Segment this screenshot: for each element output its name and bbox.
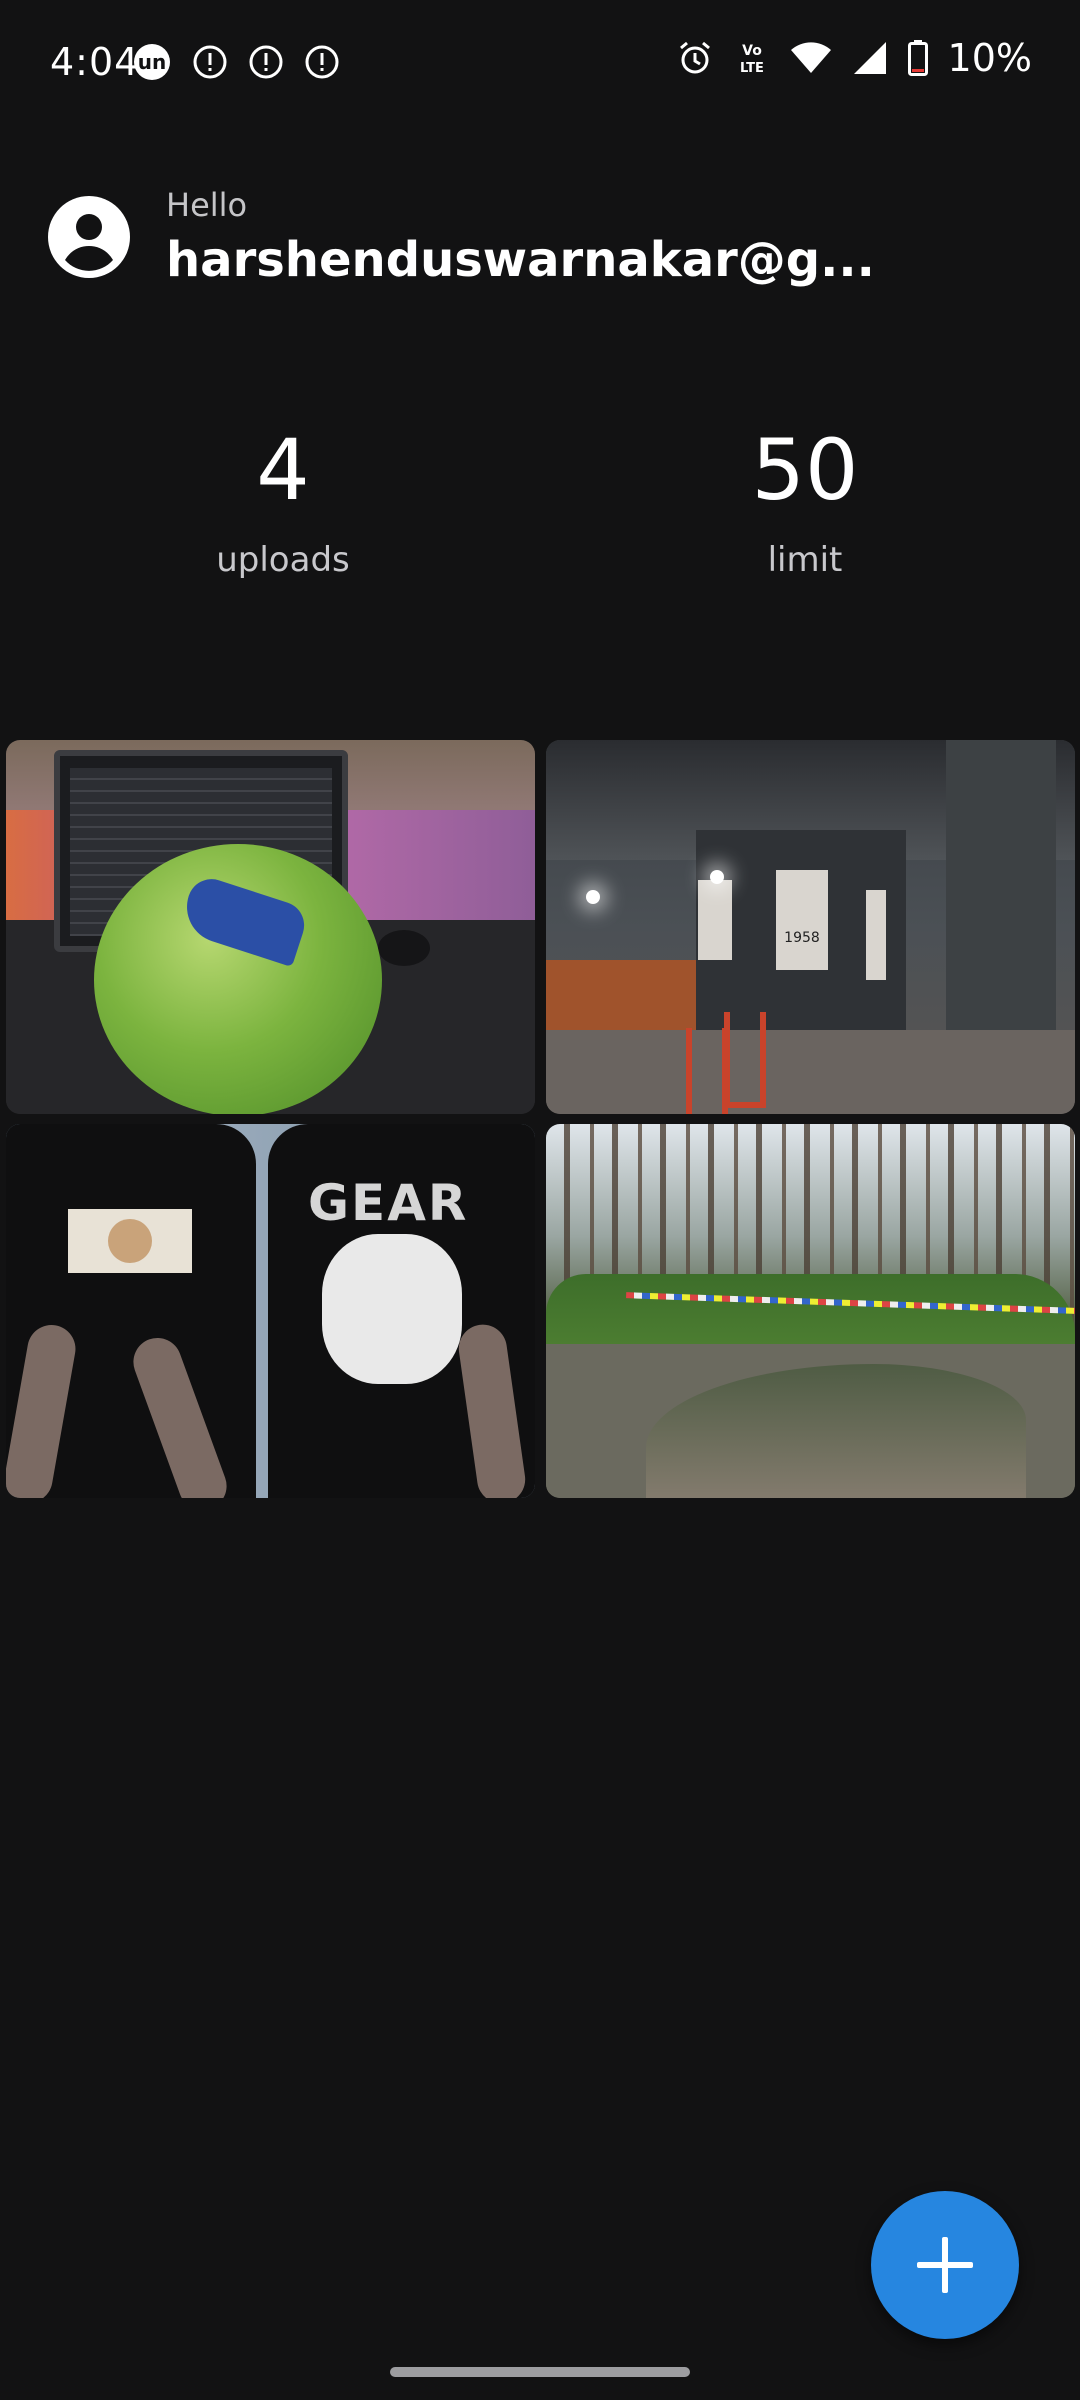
battery-low-icon bbox=[907, 40, 928, 76]
wifi-icon bbox=[790, 41, 832, 75]
notification-icons: un bbox=[132, 42, 340, 82]
svg-text:Vo: Vo bbox=[742, 43, 762, 59]
uploads-count: 4 bbox=[256, 421, 310, 519]
avatar[interactable] bbox=[48, 196, 130, 278]
plus-icon bbox=[917, 2237, 973, 2293]
volte-icon: Vo LTE bbox=[734, 39, 770, 77]
alert-icon bbox=[248, 44, 284, 80]
photo-tile-restaurant[interactable]: 1958 bbox=[546, 740, 1075, 1114]
alert-icon bbox=[304, 44, 340, 80]
photo-tile-tshirts[interactable]: GEAR bbox=[6, 1124, 535, 1498]
account-circle-icon bbox=[48, 196, 130, 278]
uploads-stat: 4 uploads bbox=[133, 428, 433, 580]
status-bar: 4:04 un Vo LTE 10% bbox=[0, 0, 1080, 124]
add-photo-button[interactable] bbox=[871, 2191, 1019, 2339]
system-icons: Vo LTE 10% bbox=[676, 36, 1032, 80]
limit-label: limit bbox=[767, 540, 843, 580]
alert-icon bbox=[192, 44, 228, 80]
battery-percent: 10% bbox=[947, 36, 1032, 80]
alarm-icon bbox=[676, 39, 714, 77]
signal-icon bbox=[852, 40, 888, 76]
un-app-icon: un bbox=[132, 42, 172, 82]
football-image-part bbox=[94, 844, 382, 1114]
status-time: 4:04 bbox=[50, 40, 140, 84]
poster-1958: 1958 bbox=[776, 870, 828, 970]
photo-tile-football-laptop[interactable] bbox=[6, 740, 535, 1114]
limit-stat: 50 limit bbox=[655, 428, 955, 580]
svg-text:LTE: LTE bbox=[740, 61, 764, 76]
limit-count: 50 bbox=[751, 421, 859, 519]
uploads-label: uploads bbox=[216, 540, 350, 580]
gesture-nav-handle[interactable] bbox=[390, 2367, 690, 2377]
user-email: harshenduswarnakar@g... bbox=[166, 232, 875, 288]
photo-tile-forest-pond[interactable] bbox=[546, 1124, 1075, 1498]
greeting-text: Hello bbox=[166, 186, 248, 224]
shirt-print-text: GEAR bbox=[308, 1174, 469, 1232]
svg-text:un: un bbox=[138, 50, 166, 74]
